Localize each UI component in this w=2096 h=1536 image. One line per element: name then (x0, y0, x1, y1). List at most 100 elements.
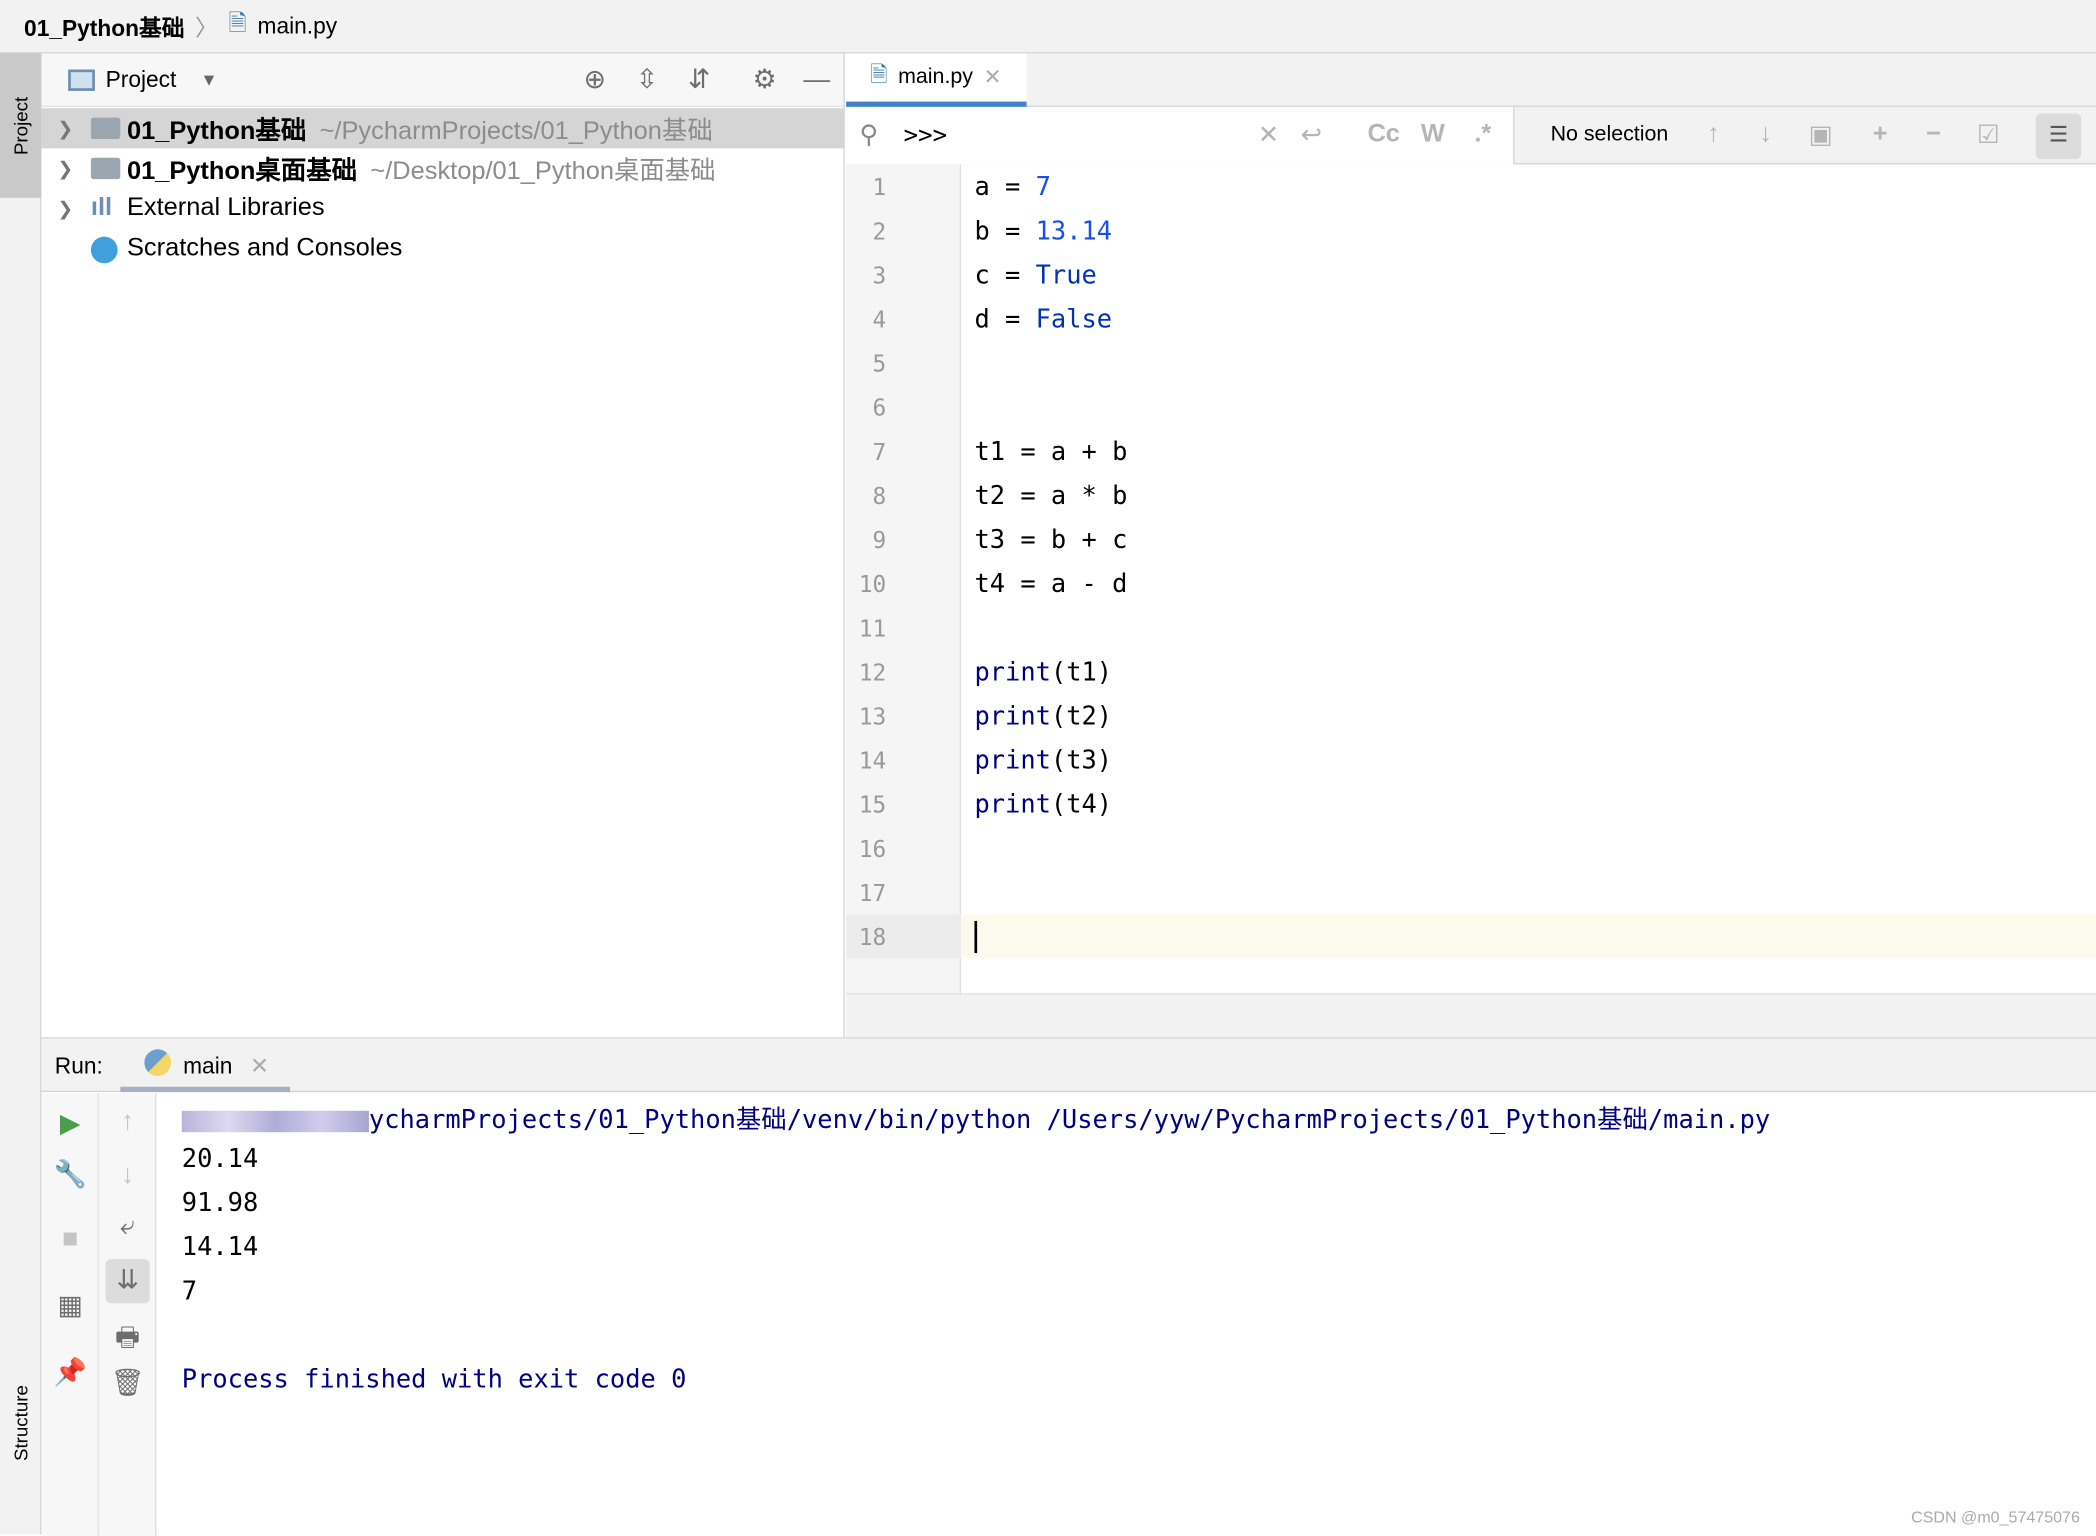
line-gutter: 1 2 3 4 5 6 7 8 9 10 11 12 13 14 15 16 17 18 (846, 164, 962, 994)
expand-all-icon[interactable]: ⇳ (631, 64, 663, 96)
line-number: 9 (872, 527, 887, 555)
rerun-icon[interactable]: ▶ (41, 1107, 98, 1140)
regex-button[interactable]: .* (1474, 120, 1491, 149)
project-panel: Project ▼ ⊕ ⇳ ⇵ ⚙ — ❯ 01_Python基础 ~/Pycha… (41, 53, 845, 1038)
tree-item-desktop-project[interactable]: ❯ 01_Python桌面基础 ~/Desktop/01_Python桌面基础 (41, 148, 843, 188)
search-icon[interactable]: ⚲ (859, 120, 878, 151)
line-number: 11 (858, 616, 887, 643)
clear-icon[interactable]: ✕ (1258, 120, 1279, 151)
line-number: 5 (872, 351, 887, 379)
run-tab-label: main (183, 1053, 233, 1079)
code-line[interactable]: t4 = a - d (974, 569, 1127, 598)
tree-item-project[interactable]: ❯ 01_Python基础 ~/PycharmProjects/01_Python… (41, 108, 844, 149)
libraries-icon: ıll (90, 193, 113, 222)
code-line[interactable]: d = False (974, 305, 1112, 334)
filter-icon[interactable]: ☰ (2035, 113, 2082, 160)
add-occurrence-icon[interactable]: + (1873, 120, 1888, 149)
wrench-icon[interactable]: 🔧 (41, 1158, 98, 1191)
run-toolbar-left: ▶ 🔧 ■ ▦ 📌 (41, 1093, 99, 1536)
chevron-right-icon[interactable]: ❯ (57, 157, 73, 180)
close-icon[interactable]: ✕ (250, 1053, 269, 1080)
run-panel: Run: main ✕ ▶ 🔧 ■ ▦ 📌 ↑ ↓ ⤶ ⇊ 🖶 🗑 ycharm… (41, 1037, 2096, 1536)
soft-wrap-icon[interactable]: ⤶ (99, 1211, 156, 1242)
close-icon[interactable]: ✕ (984, 64, 1002, 91)
match-case-button[interactable]: Cc (1367, 120, 1399, 149)
line-number: 15 (858, 792, 887, 820)
run-tab-main[interactable]: main ✕ (120, 1039, 291, 1093)
project-view-selector[interactable]: Project (106, 66, 177, 93)
tree-item-label: External Libraries (126, 193, 325, 222)
code-token: t1 = a + b (974, 437, 1128, 467)
arrow-up-icon[interactable]: ↑ (1707, 120, 1720, 149)
breadcrumb-file[interactable]: main.py (258, 13, 338, 40)
tree-item-external-libraries[interactable]: ❯ ıll External Libraries (41, 188, 843, 228)
stop-icon[interactable]: ■ (41, 1224, 98, 1255)
tab-main-py[interactable]: 🗎 main.py ✕ (846, 53, 1027, 107)
chevron-right-icon[interactable]: ❯ (57, 117, 73, 140)
tree-item-scratches[interactable]: Scratches and Consoles (41, 229, 843, 269)
layout-icon[interactable]: ▦ (41, 1289, 98, 1322)
code-token: print (974, 789, 1051, 820)
code-line[interactable]: t2 = a * b (974, 481, 1127, 510)
current-line-highlight (961, 914, 2096, 959)
watermark: CSDN @m0_57475076 (1911, 1507, 2080, 1527)
line-number: 14 (858, 748, 887, 776)
code-token: c = (974, 260, 1036, 291)
blurred-path (181, 1110, 369, 1132)
search-input[interactable]: ⚲ >>> ✕ ↩ Cc W .* (846, 106, 1515, 165)
collapse-all-icon[interactable]: ⇵ (683, 64, 715, 96)
code-line[interactable]: t3 = b + c (974, 525, 1127, 554)
project-tool-tab[interactable]: Project (0, 53, 42, 198)
minimize-icon[interactable]: — (801, 64, 833, 96)
line-number: 6 (872, 395, 887, 423)
run-toolbar-right: ↑ ↓ ⤶ ⇊ 🖶 🗑 (98, 1093, 157, 1536)
code-line[interactable]: t1 = a + b (974, 437, 1127, 466)
tree-item-path: ~/Desktop/01_Python桌面基础 (370, 157, 716, 186)
pin-icon[interactable]: 📌 (41, 1355, 98, 1388)
arrow-up-icon[interactable]: ↑ (99, 1107, 156, 1138)
code-line[interactable]: c = True (974, 261, 1096, 290)
arrow-down-icon[interactable]: ↓ (1759, 120, 1772, 149)
project-panel-header: Project ▼ ⊕ ⇳ ⇵ ⚙ — (41, 53, 844, 107)
code-token: t4 = a - d (974, 569, 1128, 599)
run-header: Run: main ✕ (41, 1038, 2096, 1093)
breadcrumb-project[interactable]: 01_Python基础 (24, 9, 184, 42)
line-number: 13 (858, 704, 887, 732)
remove-occurrence-icon[interactable]: − (1926, 120, 1941, 149)
code-token: 7 (1035, 172, 1051, 202)
line-number: 2 (872, 219, 887, 246)
output-line: 20.14 (181, 1144, 259, 1174)
code-line[interactable]: print(t2) (974, 702, 1112, 731)
new-line-icon[interactable]: ↩ (1301, 120, 1322, 151)
scroll-to-end-icon[interactable]: ⇊ (105, 1259, 150, 1304)
left-tool-strip: Project Structure (0, 53, 42, 1535)
line-number: 3 (872, 263, 887, 291)
chevron-down-icon[interactable]: ▼ (200, 70, 217, 90)
chevron-right-icon: 〉 (195, 16, 218, 42)
code-line[interactable]: print(t1) (974, 658, 1112, 687)
code-token: False (1035, 304, 1113, 335)
code-line[interactable]: print(t4) (974, 790, 1112, 819)
tree-item-path: ~/PycharmProjects/01_Python基础 (319, 116, 713, 146)
code-token: print (974, 701, 1051, 732)
code-token: (t3) (1050, 745, 1113, 776)
chevron-right-icon[interactable]: ❯ (57, 197, 73, 220)
words-button[interactable]: W (1421, 120, 1445, 149)
code-line[interactable]: print(t3) (974, 746, 1112, 775)
select-all-occurrences-icon[interactable]: ☑ (1977, 120, 2000, 151)
select-all-icon[interactable]: ▣ (1809, 120, 1833, 151)
folder-icon (90, 157, 121, 180)
arrow-down-icon[interactable]: ↓ (99, 1160, 156, 1191)
locate-icon[interactable]: ⊕ (579, 64, 611, 96)
gear-icon[interactable]: ⚙ (749, 64, 781, 96)
line-number: 1 (872, 175, 887, 202)
project-view-icon (68, 68, 95, 91)
command-text: ycharmProjects/01_Python基础/venv/bin/pyth… (368, 1105, 1771, 1135)
trash-icon[interactable]: 🗑 (99, 1366, 156, 1399)
code-line[interactable]: a = 7 (974, 172, 1050, 201)
run-label: Run: (54, 1053, 103, 1079)
structure-tool-tab[interactable]: Structure (0, 1357, 41, 1491)
tree-item-label: 01_Python基础 (126, 116, 307, 146)
print-icon[interactable]: 🖶 (99, 1318, 156, 1363)
code-line[interactable]: b = 13.14 (974, 217, 1112, 246)
